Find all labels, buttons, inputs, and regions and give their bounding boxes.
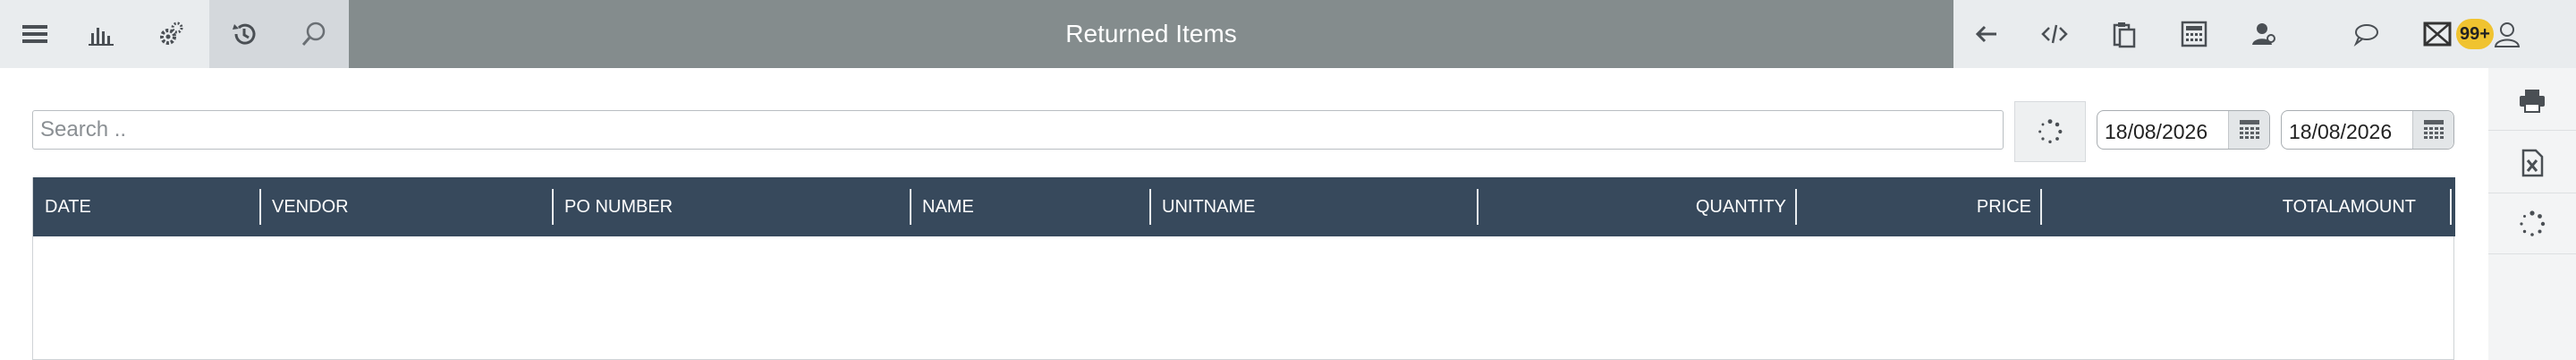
profile-button[interactable] — [2479, 0, 2535, 68]
search-icon — [301, 21, 326, 46]
title-bar: Returned Items — [349, 0, 1953, 68]
column-resizer[interactable] — [1149, 189, 1151, 225]
user-admin-icon — [2252, 23, 2275, 45]
menu-button[interactable] — [0, 0, 70, 68]
column-resizer[interactable] — [2040, 189, 2042, 225]
calendar-grid-icon — [2423, 120, 2444, 139]
gears-icon — [160, 21, 183, 45]
clipboard-button[interactable] — [2089, 0, 2159, 68]
user-admin-button[interactable] — [2229, 0, 2299, 68]
search-input[interactable] — [32, 110, 2004, 150]
table-header: DATE VENDOR PO NUMBER NAME UNITNAME QUAN… — [33, 177, 2455, 236]
menu-icon — [22, 25, 47, 43]
excel-export-icon — [2521, 149, 2544, 176]
date-from-value: 18/08/2026 — [2105, 120, 2208, 143]
mail-icon — [2423, 21, 2452, 47]
reports-button[interactable] — [66, 0, 136, 68]
column-resizer[interactable] — [2450, 189, 2452, 225]
clipboard-icon — [2113, 22, 2136, 48]
print-button[interactable] — [2488, 70, 2576, 131]
calendar-grid-icon — [2239, 120, 2259, 139]
top-toolbar: Returned Items 99+ — [0, 0, 2576, 68]
date-to-field[interactable]: 18/08/2026 — [2281, 110, 2454, 150]
date-from-field[interactable]: 18/08/2026 — [2097, 110, 2270, 150]
history-icon — [233, 23, 256, 45]
chat-bubble-icon — [2353, 24, 2378, 47]
column-header-totalamount[interactable]: TOTALAMOUNT — [2046, 177, 2416, 236]
refresh-icon — [2520, 210, 2546, 236]
column-resizer[interactable] — [259, 189, 261, 225]
returned-items-table: DATE VENDOR PO NUMBER NAME UNITNAME QUAN… — [32, 177, 2455, 360]
export-excel-button[interactable] — [2488, 133, 2576, 193]
code-button[interactable] — [2020, 0, 2089, 68]
column-header-date[interactable]: DATE — [45, 177, 250, 236]
column-header-vendor[interactable]: VENDOR — [272, 177, 540, 236]
rail-refresh-button[interactable] — [2488, 193, 2576, 254]
user-icon — [2494, 22, 2521, 47]
date-from-calendar-button[interactable] — [2228, 111, 2269, 149]
history-button[interactable] — [209, 0, 279, 68]
date-to-calendar-button[interactable] — [2412, 111, 2453, 149]
side-action-rail — [2488, 68, 2576, 360]
back-arrow-icon — [1975, 25, 1996, 43]
code-icon — [2041, 24, 2068, 44]
column-header-unitname[interactable]: UNITNAME — [1162, 177, 1466, 236]
column-resizer[interactable] — [1477, 189, 1479, 225]
search-button[interactable] — [279, 0, 349, 68]
settings-button[interactable] — [136, 0, 206, 68]
back-button[interactable] — [1952, 0, 2021, 68]
date-to-value: 18/08/2026 — [2289, 120, 2393, 143]
calculator-button[interactable] — [2159, 0, 2229, 68]
column-header-quantity[interactable]: QUANTITY — [1482, 177, 1786, 236]
column-header-name[interactable]: NAME — [922, 177, 1146, 236]
column-header-po-number[interactable]: PO NUMBER — [564, 177, 904, 236]
bar-chart-icon — [89, 28, 114, 46]
loading-spinner-icon — [2038, 119, 2063, 144]
chat-button[interactable] — [2331, 0, 2401, 68]
table-body — [33, 236, 2453, 360]
column-resizer[interactable] — [910, 189, 911, 225]
load-button[interactable] — [2014, 101, 2086, 162]
column-resizer[interactable] — [552, 189, 554, 225]
printer-icon — [2520, 89, 2545, 113]
column-header-price[interactable]: PRICE — [1801, 177, 2031, 236]
page-title: Returned Items — [1065, 20, 1237, 47]
column-resizer[interactable] — [1795, 189, 1797, 225]
calculator-icon — [2181, 21, 2207, 47]
